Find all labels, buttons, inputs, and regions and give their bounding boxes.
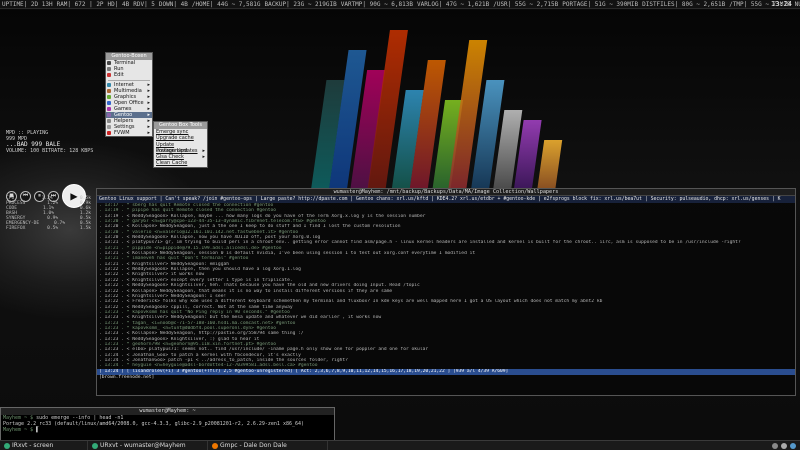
menu-item-icon bbox=[107, 73, 111, 77]
menu-item-label: Edit bbox=[114, 72, 124, 78]
process-row: FIREFOX 0.5% 1.5k bbox=[6, 226, 91, 231]
app-icon bbox=[212, 442, 218, 449]
submenu-item-label: Clean Cache bbox=[156, 160, 188, 167]
chat-log: . 13:17 . * sberg has quit Remote closed… bbox=[97, 203, 795, 369]
window-title[interactable]: wumaster@Mayhem: /mnt/backup/Backups/Dat… bbox=[97, 189, 795, 196]
menu-item-icon bbox=[107, 119, 111, 123]
status-item: /USR| 55G ~ 2,715B bbox=[493, 1, 559, 8]
menu-item-icon bbox=[107, 101, 111, 105]
system-tray bbox=[772, 441, 800, 450]
menu-item-label: FVWM bbox=[114, 130, 130, 136]
shell-text: ▌ bbox=[33, 427, 40, 433]
submenu-item-label: Glsa Check bbox=[156, 154, 184, 161]
submenu-item[interactable]: Clean Cache bbox=[154, 160, 207, 166]
tray-app-icon[interactable] bbox=[790, 442, 796, 449]
process-stats: CPU 1.2% 0.5k PROCESS 1.2% 0.9k CODE 1.1% 0.6k BA… bbox=[6, 196, 91, 231]
menu-item-icon bbox=[107, 67, 111, 71]
irc-terminal-window[interactable]: wumaster@Mayhem: /mnt/backup/Backups/Dat… bbox=[96, 188, 796, 396]
status-bar: UPTIME| 2D 13H RAM| 672 | 2P HD| 4B RDV| 5D… bbox=[0, 0, 800, 9]
status-item: PORTAGE| 51G ~ 390MIB bbox=[562, 1, 639, 8]
status-item: DOWN| 4B bbox=[158, 1, 188, 8]
status-item: RAM| 672 | 2P bbox=[56, 1, 104, 8]
tray-network-icon[interactable] bbox=[772, 442, 778, 449]
tray-volume-icon[interactable] bbox=[781, 442, 787, 449]
player-volume: VOLUME: 100 BITRATE: 128 KBPS bbox=[6, 148, 94, 154]
app-icon bbox=[92, 442, 98, 449]
menu-item-icon bbox=[107, 95, 111, 99]
menu-item[interactable]: FVWM ▸ bbox=[106, 130, 152, 136]
submenu-item-label: Emerge sync bbox=[156, 129, 189, 135]
menu-item-icon bbox=[107, 107, 111, 111]
task-label: IRxvt - screen bbox=[12, 442, 54, 449]
taskbar-task[interactable]: Gmpc - Dale Don Dale bbox=[208, 441, 328, 450]
status-item: VARLOG| 47G ~ 1,621B bbox=[416, 1, 490, 8]
menu-item-icon bbox=[107, 83, 111, 87]
shell-line: Portage 2.2_rc33 (default/linux/amd64/20… bbox=[1, 421, 334, 427]
chat-line: . 13:21 . < platypus71> gr, im trying to… bbox=[99, 240, 741, 246]
channel-topic: Gentoo Linux support | Can't speak? /joi… bbox=[97, 196, 795, 203]
shell-terminal-window[interactable]: wumaster@Mayhem: ~ Mayhem ~ $ sudo emerg… bbox=[0, 407, 335, 441]
submenu-item-label: Upgrade cache bbox=[156, 135, 194, 142]
shell-line: Mayhem ~ $ ▌ bbox=[1, 427, 334, 433]
taskbar-task[interactable]: URxvt - wumaster@Mayhem bbox=[88, 441, 208, 450]
taskbar-task[interactable]: IRxvt - screen bbox=[0, 441, 88, 450]
shell-prompt: Mayhem ~ $ bbox=[3, 427, 34, 433]
menu-title: Gentoo-Boxen bbox=[106, 53, 152, 60]
menu-separator bbox=[108, 79, 150, 81]
status-item: BACKUP| 23G ~ 219GIB bbox=[264, 1, 337, 8]
submenu-item-label: Portage Updates bbox=[156, 147, 198, 154]
menu-item-icon bbox=[107, 89, 111, 93]
process-cell: 1.5k bbox=[79, 226, 91, 231]
status-item: VARTMP| 90G ~ 6,813B bbox=[340, 1, 413, 8]
status-item: HD| 4B bbox=[107, 1, 130, 8]
gentoo-submenu: Gentoo Box Tools Emerge sync Upgrade cache… bbox=[153, 121, 208, 168]
menu-item-icon bbox=[107, 131, 111, 135]
taskbar: IRxvt - screen URxvt - wumaster@Mayhem Gmp… bbox=[0, 440, 800, 450]
menu-item-icon bbox=[107, 113, 111, 117]
menu-item-icon bbox=[107, 125, 111, 129]
task-label: URxvt - wumaster@Mayhem bbox=[100, 442, 186, 449]
shell-text: Portage 2.2_rc33 (default/linux/amd64/20… bbox=[3, 421, 305, 427]
status-item: /HOME| 44G ~ 7,581G bbox=[191, 1, 261, 8]
status-item: UPTIME| 2D 13H bbox=[2, 1, 53, 8]
root-menu: Gentoo-Boxen Terminal Run Edit Internet ▸ Mult… bbox=[105, 52, 153, 137]
process-cell: 0.5% bbox=[47, 226, 59, 231]
menu-item[interactable]: Edit bbox=[106, 72, 152, 78]
process-cell: FIREFOX bbox=[6, 226, 26, 231]
submenu-title: Gentoo Box Tools bbox=[154, 122, 207, 129]
status-item: RDV| 5 bbox=[133, 1, 155, 8]
chevron-right-icon: ▸ bbox=[147, 130, 150, 136]
clock: 13:24 bbox=[770, 0, 792, 8]
irc-input[interactable]: [brown.freenode.net] bbox=[97, 375, 795, 381]
status-item: DISTFILES| 80G ~ 2,651B bbox=[642, 1, 726, 8]
window-title[interactable]: wumaster@Mayhem: ~ bbox=[1, 408, 334, 415]
task-label: Gmpc - Dale Don Dale bbox=[220, 442, 287, 449]
app-icon bbox=[4, 442, 10, 449]
menu-item-icon bbox=[107, 61, 111, 65]
